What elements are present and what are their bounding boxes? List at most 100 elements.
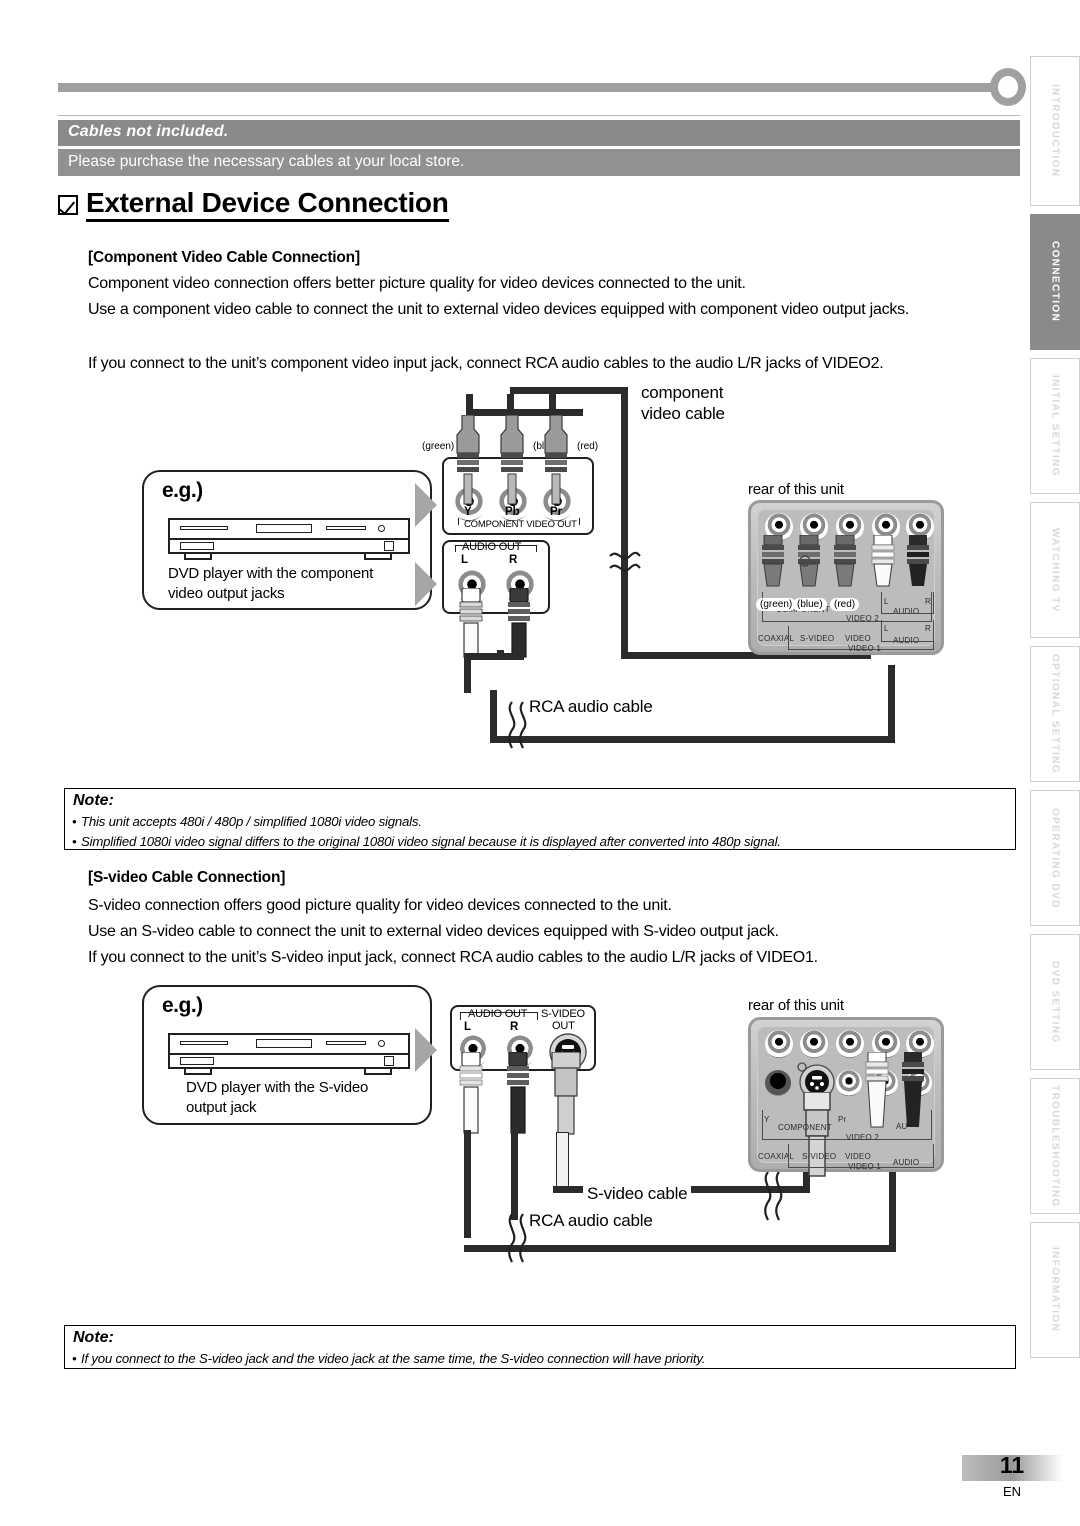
svideo-paragraph-3: If you connect to the unit’s S-video inp… xyxy=(88,949,818,966)
sidebar-tab-label: CONNECTION xyxy=(1049,241,1061,323)
note-box-svideo: Note: If you connect to the S-video jack… xyxy=(64,1325,1016,1369)
note-title: Note: xyxy=(73,1329,114,1346)
sidebar-tab-troubleshooting[interactable]: TROUBLESHOOTING xyxy=(1030,1078,1080,1214)
page-number: 11 xyxy=(999,1452,1025,1478)
component-jack-label-pr: Pr xyxy=(550,506,563,518)
rear-color-label-blue: (blue) xyxy=(793,598,827,611)
svideo-example-label: e.g.) xyxy=(162,994,203,1017)
sidebar-tab-label: OPERATING DVD xyxy=(1049,807,1061,909)
sidebar-tab-label: INTRODUCTION xyxy=(1049,84,1061,178)
sidebar-tab-initial-setting[interactable]: INITIAL SETTING xyxy=(1030,358,1080,494)
checked-box-icon xyxy=(58,195,78,215)
svideo-out-group-label-2: OUT xyxy=(552,1020,575,1032)
sidebar-tab-label: DVD SETTING xyxy=(1049,960,1061,1044)
svideo-example-caption: DVD player with the S-video output jack xyxy=(186,1079,369,1116)
component-paragraph-1: Component video connection offers better… xyxy=(88,275,746,292)
cable-segment xyxy=(621,387,628,659)
svideo-audio-label-r: R xyxy=(510,1021,519,1033)
dvd-player-illustration xyxy=(168,1033,410,1077)
note-title: Note: xyxy=(73,792,114,809)
sidebar-tab-information[interactable]: INFORMATION xyxy=(1030,1222,1080,1358)
sidebar-tab-introduction[interactable]: INTRODUCTION xyxy=(1030,56,1080,206)
banner-subtitle: Please purchase the necessary cables at … xyxy=(58,149,1020,176)
svideo-cable-segment xyxy=(556,1132,569,1192)
header-rule xyxy=(58,83,1008,92)
sidebar-tab-label: TROUBLESHOOTING xyxy=(1049,1084,1061,1208)
rear2-label-video2: VIDEO 2 xyxy=(846,1133,879,1142)
svideo-rear-caption: rear of this unit xyxy=(748,997,844,1014)
rear2-label-video1: VIDEO 1 xyxy=(848,1162,881,1171)
component-section-heading: [Component Video Cable Connection] xyxy=(88,249,360,266)
rear2-socket-3 xyxy=(836,1030,864,1058)
cable-segment xyxy=(464,657,471,693)
component-jack-label-pb: Pb xyxy=(505,506,520,518)
svideo-audio-out-group-label: AUDIO OUT xyxy=(468,1008,528,1020)
cable-segment xyxy=(511,1130,518,1220)
component-video-cable-label-line2: video cable xyxy=(641,403,725,423)
component-audio-label-l: L xyxy=(461,554,469,566)
rear2-socket-1 xyxy=(765,1030,793,1058)
cable-segment xyxy=(889,1160,896,1250)
component-video-cable-label-line1: component xyxy=(641,383,724,402)
rear2-label-audio-top: AU xyxy=(896,1122,908,1131)
svideo-paragraph-2: Use an S-video cable to connect the unit… xyxy=(88,923,779,940)
cable-break-squiggle xyxy=(508,701,527,749)
page-title-text: External Device Connection xyxy=(86,187,449,223)
banner-title: Cables not included. xyxy=(58,120,1020,146)
rear2-socket-2 xyxy=(800,1030,828,1058)
component-example-label: e.g.) xyxy=(162,479,203,502)
svideo-panel-plugs xyxy=(459,1052,581,1135)
cable-break-squiggle xyxy=(764,1171,783,1221)
pointer-arrow xyxy=(415,1028,437,1072)
page-language: EN xyxy=(1002,1484,1022,1499)
cable-segment xyxy=(464,653,524,660)
svideo-out-group-label-1: S-VIDEO xyxy=(541,1008,585,1020)
svideo-paragraph-1: S-video connection offers good picture q… xyxy=(88,897,672,914)
component-video-cable-label: component video cable xyxy=(641,383,725,424)
sidebar-tab-operating-dvd[interactable]: OPERATING DVD xyxy=(1030,790,1080,926)
component-example-caption: DVD player with the component video outpu… xyxy=(168,565,374,602)
svideo-audio-label-l: L xyxy=(464,1021,472,1033)
cable-segment xyxy=(510,387,628,394)
component-rca-audio-cable-label: RCA audio cable xyxy=(529,697,653,716)
cable-break-squiggle xyxy=(508,1213,527,1263)
sidebar-tab-optional-setting[interactable]: OPTIONAL SETTING xyxy=(1030,646,1080,782)
cable-segment xyxy=(464,1130,471,1238)
header-hairline xyxy=(58,115,1020,116)
sidebar-tab-label: INFORMATION xyxy=(1049,1247,1061,1333)
sidebar-tab-watching-tv[interactable]: WATCHING TV xyxy=(1030,502,1080,638)
sidebar-tab-label: OPTIONAL SETTING xyxy=(1049,654,1061,774)
svideo-section-heading: [S-video Cable Connection] xyxy=(88,869,286,886)
component-jack-label-y: Y xyxy=(464,506,472,518)
note-item: Simplified 1080i video signal differs to… xyxy=(65,832,1015,852)
rear-label-video1: VIDEO 1 xyxy=(848,644,881,653)
cable-segment xyxy=(888,665,895,740)
page-title: External Device Connection xyxy=(58,185,758,225)
svideo-cable-label: S-video cable xyxy=(583,1184,692,1205)
note-item: This unit accepts 480i / 480p / simplifi… xyxy=(65,812,1015,832)
cable-segment xyxy=(507,394,514,416)
note-item: If you connect to the S-video jack and t… xyxy=(65,1349,1015,1369)
sidebar-tab-connection[interactable]: CONNECTION xyxy=(1030,214,1080,350)
component-video-out-group-label: COMPONENT VIDEO OUT xyxy=(464,519,577,530)
header-circle-ornament xyxy=(990,68,1026,106)
cable-segment xyxy=(497,650,504,660)
pointer-arrow xyxy=(415,562,437,606)
pointer-arrow xyxy=(415,483,437,527)
svideo-rca-audio-cable-label: RCA audio cable xyxy=(529,1211,653,1230)
component-rear-caption: rear of this unit xyxy=(748,481,844,498)
component-paragraph-2: Use a component video cable to connect t… xyxy=(88,301,910,318)
rear2-coaxial-socket xyxy=(765,1070,791,1096)
rear-label-video2: VIDEO 2 xyxy=(846,614,879,623)
component-audio-out-group-label: AUDIO OUT xyxy=(462,541,522,553)
sidebar-tab-label: WATCHING TV xyxy=(1049,527,1061,613)
rear-color-label-green: (green) xyxy=(756,598,797,611)
component-paragraph-3: If you connect to the unit’s component v… xyxy=(88,355,884,372)
cable-break-squiggle xyxy=(609,551,641,572)
cable-segment xyxy=(549,394,556,416)
cable-segment xyxy=(490,690,497,740)
sidebar-tab-dvd-setting[interactable]: DVD SETTING xyxy=(1030,934,1080,1070)
note-box-component: Note: This unit accepts 480i / 480p / si… xyxy=(64,788,1016,852)
component-audio-label-r: R xyxy=(509,554,518,566)
rear2-label-audio: AUDIO xyxy=(893,1158,920,1167)
